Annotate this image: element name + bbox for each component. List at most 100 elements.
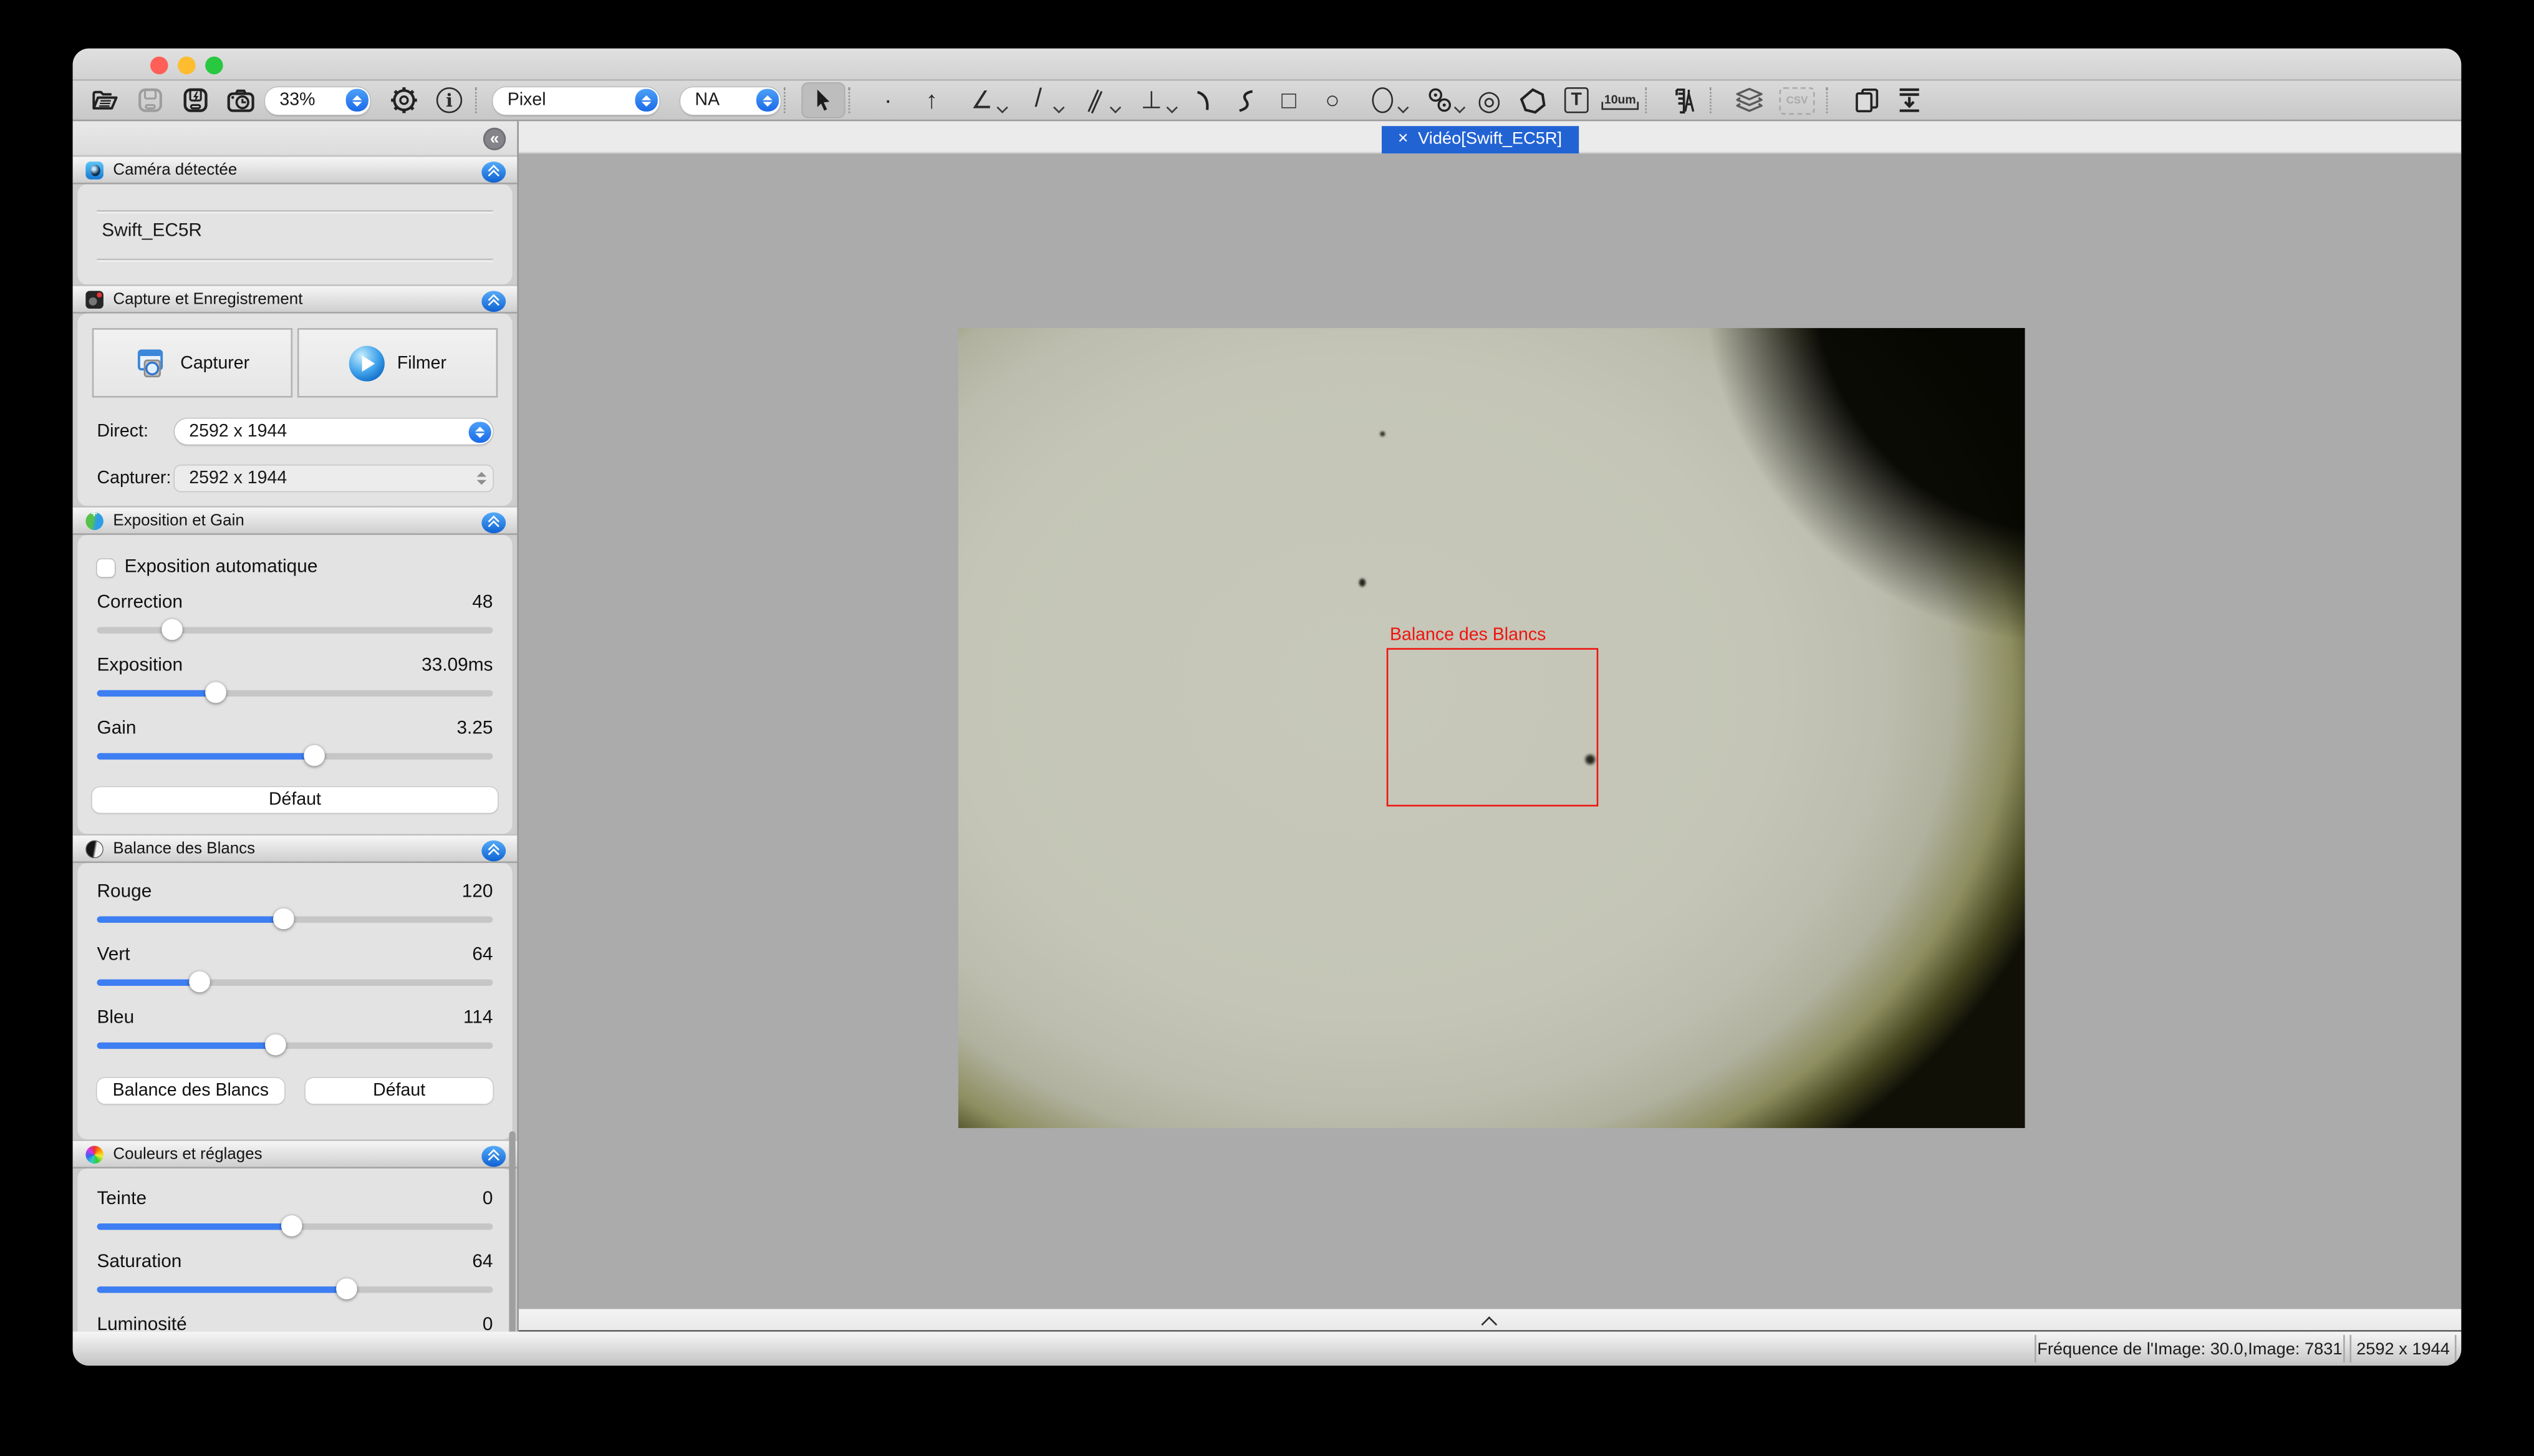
toolbar-divider <box>849 87 863 113</box>
section-title: Balance des Blancs <box>113 839 255 857</box>
save-button-disabled[interactable] <box>128 82 173 118</box>
live-resolution-select[interactable]: 2592 x 1944 <box>175 418 493 444</box>
capture-resolution-select[interactable]: 2592 x 1944 <box>175 465 493 491</box>
white-balance-roi[interactable] <box>1387 648 1599 806</box>
zoom-level-select[interactable]: 33% <box>265 87 370 114</box>
correction-slider[interactable] <box>97 619 493 640</box>
scalebar-tool[interactable]: 10um <box>1598 82 1642 118</box>
zoom-window-button[interactable] <box>205 57 223 75</box>
sidebar: « Caméra détectée Swift_EC5R Capture et … <box>73 121 519 1331</box>
collapse-section-button[interactable] <box>481 161 506 182</box>
record-button[interactable]: Filmer <box>297 328 498 397</box>
green-slider[interactable] <box>97 971 493 993</box>
ellipse-tool[interactable] <box>1354 82 1411 118</box>
collapse-section-button[interactable] <box>481 839 506 861</box>
live-video-frame[interactable]: Balance des Blancs <box>958 328 2025 1128</box>
slider-knob[interactable] <box>272 909 294 930</box>
chevron-down-icon[interactable] <box>1055 104 1063 112</box>
slider-fill <box>97 917 283 922</box>
stepper-icon <box>634 89 657 112</box>
dust-speck <box>1359 579 1366 587</box>
exposure-slider[interactable] <box>97 682 493 703</box>
live-resolution-value: 2592 x 1944 <box>189 422 287 441</box>
pointer-tool-selected[interactable] <box>802 82 845 118</box>
quick-save-icon[interactable] <box>173 82 218 118</box>
slider-fill <box>97 690 216 696</box>
perpendicular-tool[interactable]: ⊥ <box>1123 82 1180 118</box>
section-header-capture[interactable]: Capture et Enregistrement <box>73 284 518 314</box>
concentric-circles-tool[interactable]: ◎ <box>1467 82 1511 118</box>
polygon-tool[interactable] <box>1511 82 1554 118</box>
section-header-exposure[interactable]: Exposition et Gain <box>73 506 518 535</box>
capture-panel: Capturer Filmer Direct: 2592 x 1944 Cap <box>77 314 512 506</box>
collapse-section-button[interactable] <box>481 290 506 311</box>
slider-knob[interactable] <box>281 1215 302 1237</box>
red-slider[interactable] <box>97 909 493 930</box>
text-annotation-tool[interactable]: T <box>1554 82 1598 118</box>
settings-button[interactable] <box>382 82 427 118</box>
sidebar-header-strip: « <box>73 121 518 155</box>
auto-exposure-checkbox[interactable] <box>97 558 115 576</box>
chevron-down-icon[interactable] <box>1112 104 1120 112</box>
csv-export-button-disabled[interactable]: CSV <box>1771 82 1823 118</box>
bottom-panel-collapse-strip[interactable] <box>519 1309 2461 1331</box>
line-tool[interactable]: / <box>1010 82 1067 118</box>
chevron-down-icon[interactable] <box>1456 104 1464 112</box>
angle-tool[interactable]: ∠ <box>953 82 1010 118</box>
video-canvas[interactable]: Balance des Blancs <box>519 153 2461 1309</box>
chevron-down-icon[interactable] <box>999 104 1007 112</box>
open-file-button[interactable] <box>82 82 128 118</box>
arrow-tool[interactable]: ↑ <box>910 82 953 118</box>
na-select[interactable]: NA <box>680 87 781 114</box>
close-tab-icon[interactable]: × <box>1398 130 1409 149</box>
minimize-window-button[interactable] <box>178 57 196 75</box>
camera-list-item[interactable]: Swift_EC5R <box>102 221 202 241</box>
slider-knob[interactable] <box>304 745 325 766</box>
close-window-button[interactable] <box>150 57 168 75</box>
ellipse-icon <box>1372 87 1393 113</box>
white-balance-panel: Rouge120 Vert64 Bleu114 Balance des Blan… <box>77 863 512 1139</box>
point-tool[interactable]: · <box>866 82 910 118</box>
curve-tool[interactable] <box>1223 82 1267 118</box>
layers-button[interactable] <box>1728 82 1771 118</box>
gain-slider[interactable] <box>97 745 493 766</box>
slider-knob[interactable] <box>161 619 183 640</box>
calibration-tool[interactable] <box>1663 82 1707 118</box>
white-balance-default-button[interactable]: Défaut <box>306 1078 493 1104</box>
sidebar-scrollbar[interactable] <box>509 1131 515 1331</box>
collapse-section-button[interactable] <box>481 511 506 533</box>
chevron-up-icon[interactable] <box>1483 1316 1496 1329</box>
blue-slider[interactable] <box>97 1034 493 1056</box>
duplicate-button[interactable] <box>1844 82 1887 118</box>
collapse-section-button[interactable] <box>481 1145 506 1166</box>
stepper-icon <box>756 89 778 112</box>
camera-timer-button[interactable] <box>218 82 264 118</box>
slider-knob[interactable] <box>264 1034 286 1056</box>
arc-tool[interactable] <box>1180 82 1223 118</box>
parallel-lines-tool[interactable]: ∥ <box>1067 82 1124 118</box>
toolbar-divider <box>784 87 798 113</box>
exposure-default-button[interactable]: Défaut <box>92 787 498 812</box>
slider-knob[interactable] <box>336 1278 357 1299</box>
slider-knob[interactable] <box>190 971 211 993</box>
rectangle-tool[interactable]: □ <box>1267 82 1311 118</box>
chevron-down-icon[interactable] <box>1399 104 1407 112</box>
unit-select[interactable]: Pixel <box>493 87 659 114</box>
info-button[interactable]: i <box>426 82 472 118</box>
section-header-camera[interactable]: Caméra détectée <box>73 155 518 185</box>
tab-video[interactable]: × Vidéo[Swift_EC5R] <box>1382 126 1578 153</box>
titlebar[interactable] <box>73 49 2462 81</box>
annulus-tool[interactable] <box>1411 82 1468 118</box>
section-header-colors[interactable]: Couleurs et réglages <box>73 1139 518 1169</box>
color-wheel-icon <box>85 1145 104 1163</box>
sidebar-collapse-button[interactable]: « <box>483 128 506 150</box>
chevron-down-icon[interactable] <box>1168 104 1177 112</box>
slider-knob[interactable] <box>205 682 226 703</box>
hue-slider[interactable] <box>97 1215 493 1237</box>
export-button[interactable] <box>1887 82 1931 118</box>
circle-tool[interactable]: ○ <box>1311 82 1354 118</box>
capture-button[interactable]: Capturer <box>92 328 292 397</box>
saturation-slider[interactable] <box>97 1278 493 1299</box>
white-balance-button[interactable]: Balance des Blancs <box>97 1078 285 1104</box>
section-header-white-balance[interactable]: Balance des Blancs <box>73 834 518 863</box>
